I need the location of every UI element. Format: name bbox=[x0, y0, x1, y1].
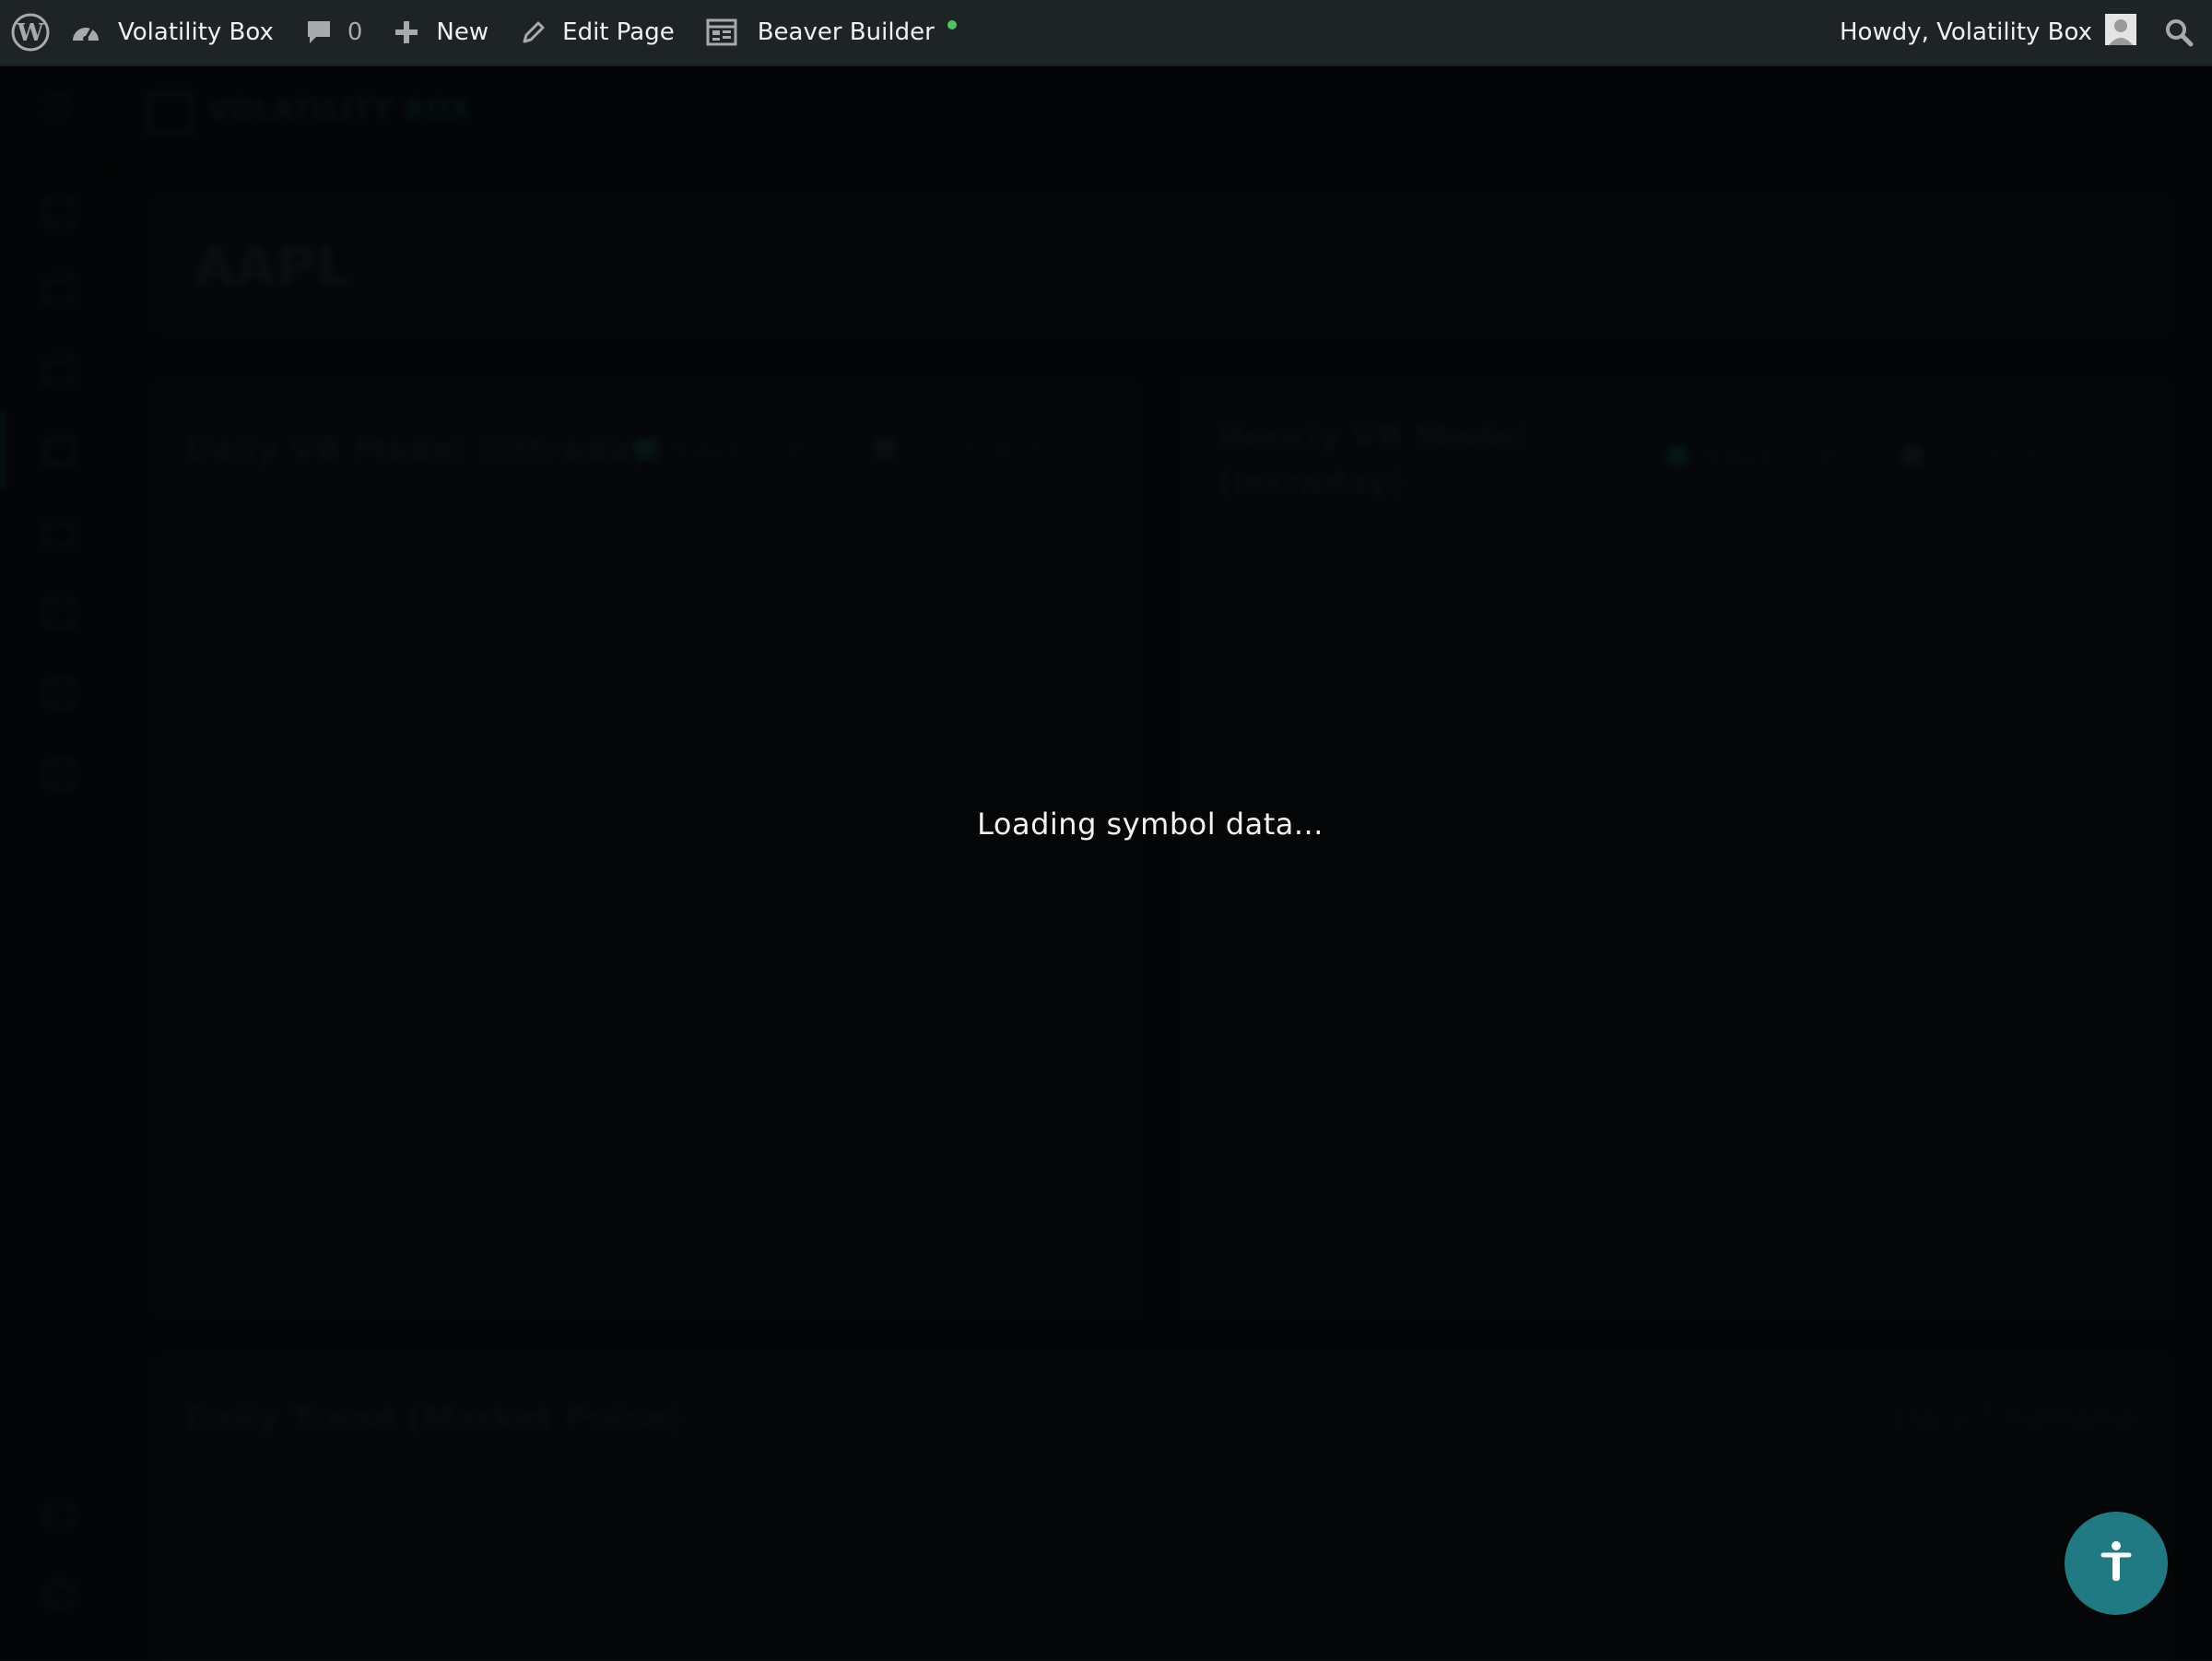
admin-search[interactable] bbox=[2164, 0, 2212, 65]
builder-icon bbox=[706, 18, 737, 46]
wordpress-logo-icon: W bbox=[11, 13, 50, 52]
my-account-menu[interactable]: Howdy, Volatility Box bbox=[1840, 0, 2164, 65]
search-icon bbox=[2164, 18, 2194, 47]
beaver-builder-link[interactable]: Beaver Builder bbox=[706, 0, 957, 65]
new-label: New bbox=[436, 18, 489, 46]
beaver-builder-label: Beaver Builder bbox=[757, 18, 935, 46]
howdy-label: Howdy, Volatility Box bbox=[1839, 18, 2092, 46]
edit-page-label: Edit Page bbox=[562, 18, 675, 46]
dashboard-icon bbox=[70, 18, 101, 46]
user-avatar-icon bbox=[2105, 14, 2136, 45]
comments-link[interactable]: 0 bbox=[305, 0, 394, 65]
comments-count: 0 bbox=[347, 18, 363, 46]
builder-status-dot bbox=[947, 20, 957, 29]
wordpress-menu[interactable]: W bbox=[0, 0, 70, 65]
edit-page-link[interactable]: Edit Page bbox=[520, 0, 706, 65]
accessibility-button[interactable] bbox=[2065, 1512, 2168, 1615]
svg-text:W: W bbox=[16, 19, 44, 47]
loading-overlay bbox=[0, 65, 2212, 1659]
loading-message: Loading symbol data... bbox=[977, 807, 1324, 842]
admin-bar: W Volatility Box 0 New Edit Page Beaver … bbox=[0, 0, 2212, 66]
accessibility-person-icon bbox=[2098, 1539, 2135, 1587]
plus-icon bbox=[394, 19, 419, 45]
comment-icon bbox=[305, 18, 333, 46]
pencil-icon bbox=[520, 18, 547, 46]
new-content-menu[interactable]: New bbox=[394, 0, 520, 65]
site-name-label: Volatility Box bbox=[118, 18, 274, 46]
site-name-link[interactable]: Volatility Box bbox=[70, 0, 305, 65]
